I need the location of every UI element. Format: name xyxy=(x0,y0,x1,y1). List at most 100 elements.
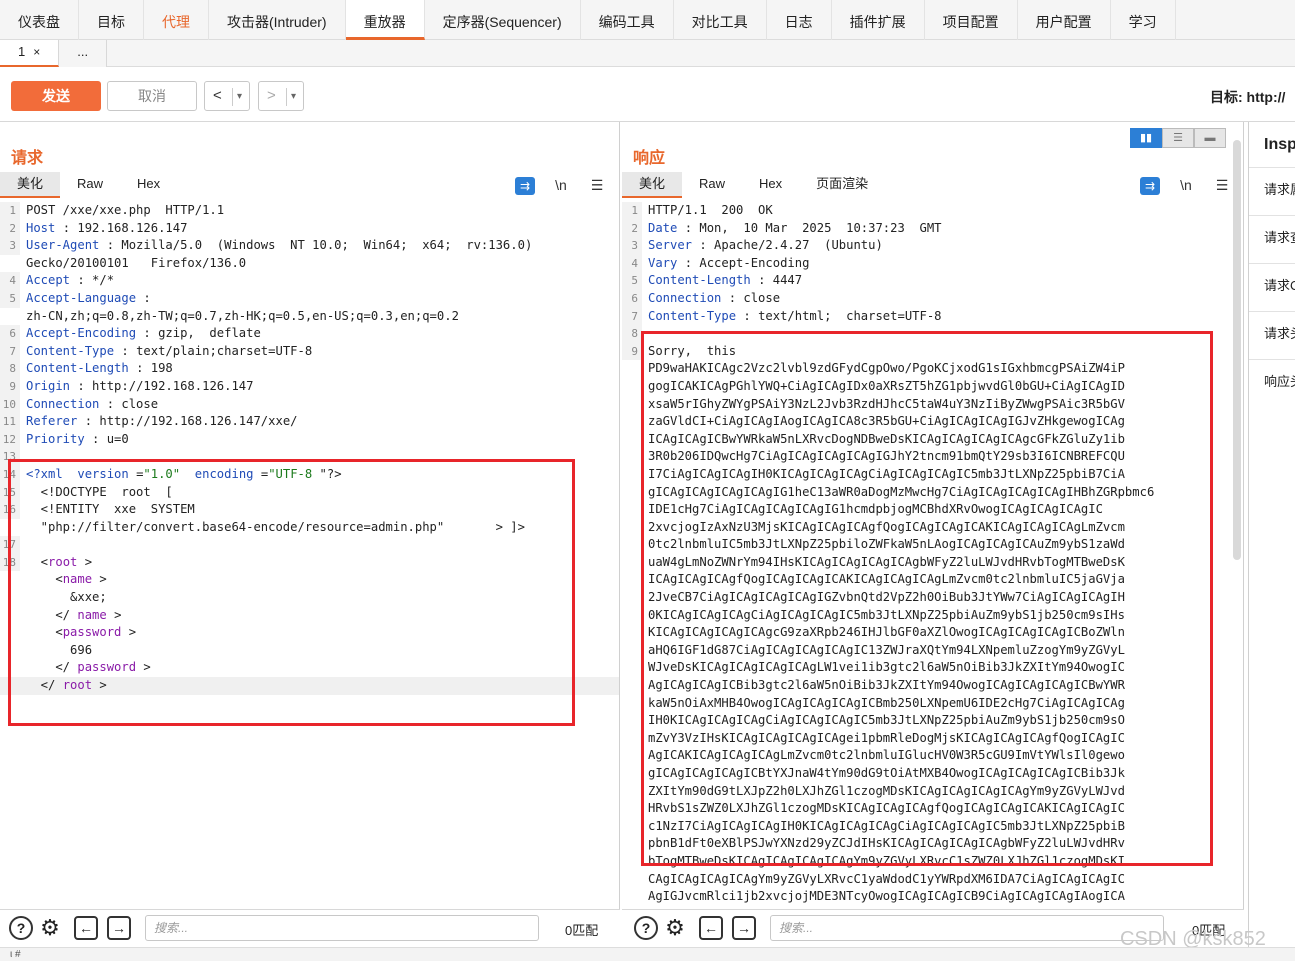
header-key: Server xyxy=(648,238,693,253)
response-editor[interactable]: 1 HTTP/1.1 200 OK 2 Date : Mon, 10 Mar 2025… xyxy=(622,202,1243,906)
wrap-icon[interactable]: ⇉ xyxy=(1132,174,1168,196)
menu-tab[interactable]: 编码工具 xyxy=(581,0,674,40)
menu-tab[interactable]: 代理 xyxy=(144,0,209,40)
help-icon[interactable]: ? xyxy=(634,916,658,940)
menu-tab[interactable]: 用户配置 xyxy=(1018,0,1111,40)
gear-icon[interactable]: ⚙ xyxy=(663,916,687,940)
menu-tab[interactable]: 重放器 xyxy=(345,0,425,40)
header-text: Content-Type : text/html; charset=UTF-8 xyxy=(648,308,942,326)
menu-tab[interactable]: 仪表盘 xyxy=(0,0,79,40)
menu-tab[interactable]: 对比工具 xyxy=(674,0,767,40)
arrow-right-icon[interactable]: → xyxy=(732,916,756,940)
code-line: 1 POST /xxe/xxe.php HTTP/1.1 xyxy=(0,202,619,220)
request-panel: 请求 美化 Raw Hex ⇉ \n ☰ 1 POST /xxe/xxe.php HT… xyxy=(0,122,620,909)
code-line: uaW4gLmNoZWNrYm94IHsKICAgICAgICAgICAgbWF… xyxy=(622,554,1243,572)
history-back-button[interactable]: < ▾ xyxy=(204,81,250,111)
code-line: 8 xyxy=(622,325,1243,343)
code-line: "php://filter/convert.base64-encode/reso… xyxy=(0,519,619,537)
newline-icon[interactable]: \n xyxy=(1168,174,1204,196)
line-number: 8 xyxy=(0,360,20,378)
header-key: Origin xyxy=(26,378,71,393)
menu-tab[interactable]: 日志 xyxy=(767,0,832,40)
view-tab[interactable]: 美化 xyxy=(622,172,683,198)
tab-more[interactable]: ... xyxy=(59,40,108,67)
search-input[interactable]: 搜索... xyxy=(145,915,539,941)
code-line: 8 Content-Length : 198 xyxy=(0,360,619,378)
menu-tab[interactable]: 项目配置 xyxy=(925,0,1018,40)
gear-icon[interactable]: ⚙ xyxy=(38,916,62,940)
code-line: zaGVldCI+CiAgICAgIAogICAgICA8c3R5bGU+CiA… xyxy=(622,413,1243,431)
code-line: KICAgICAgICAgICAgcG9zaXRpb246IHJlbGF0aXZ… xyxy=(622,624,1243,642)
line-number: 4 xyxy=(0,272,20,290)
header-text: Referer : http://192.168.126.147/xxe/ xyxy=(26,413,298,431)
menu-tab[interactable]: 定序器(Sequencer) xyxy=(425,0,581,40)
menu-tab[interactable]: 学习 xyxy=(1111,0,1176,40)
view-tab[interactable]: 页面渲染 xyxy=(799,172,885,198)
menu-icon[interactable]: ☰ xyxy=(579,174,615,196)
menu-tab[interactable]: 插件扩展 xyxy=(832,0,925,40)
inspector-item[interactable]: 请求属 xyxy=(1249,167,1295,215)
match-count: 0匹配 xyxy=(565,923,599,938)
wrap-icon[interactable]: ⇉ xyxy=(507,174,543,196)
send-button[interactable]: 发送 xyxy=(11,81,101,111)
search-input[interactable]: 搜索... xyxy=(770,915,1164,941)
header-key: Vary xyxy=(648,255,678,270)
dropdown-icon[interactable]: ▾ xyxy=(286,88,296,106)
header-key: Date xyxy=(648,220,678,235)
layout-option-icon[interactable]: ▬ xyxy=(1194,128,1226,148)
layout-option-icon[interactable]: ▮▮ xyxy=(1130,128,1162,148)
header-text: Server : Apache/2.4.27 (Ubuntu) xyxy=(648,237,883,255)
code-line: 3 User-Agent : Mozilla/5.0 (Windows NT 10… xyxy=(0,237,619,255)
header-key: Content-Type xyxy=(648,308,737,323)
view-tab[interactable]: 美化 xyxy=(0,172,61,198)
header-key: Content-Length xyxy=(648,273,751,288)
newline-icon[interactable]: \n xyxy=(543,174,579,196)
response-scrollbar[interactable] xyxy=(1233,140,1241,560)
history-forward-button[interactable]: > ▾ xyxy=(258,81,304,111)
view-tab[interactable]: Raw xyxy=(682,172,742,198)
cancel-button[interactable]: 取消 xyxy=(107,81,197,111)
view-tab[interactable]: Hex xyxy=(120,172,177,198)
inspector-item[interactable]: 响应头 xyxy=(1249,359,1295,407)
header-key: Connection xyxy=(648,290,722,305)
header-value: : text/html; charset=UTF-8 xyxy=(736,308,942,323)
repeater-tabs: 1 × ... xyxy=(0,40,1295,67)
xml-text: <!ENTITY xxe SYSTEM xyxy=(26,502,195,517)
code-line: CAgICAgICAgICAgYm9yZGVyLXRvcC1yaWdodC1yY… xyxy=(622,871,1243,889)
header-value: : text/plain;charset=UTF-8 xyxy=(114,343,313,358)
menu-tab[interactable]: 攻击器(Intruder) xyxy=(209,0,346,40)
help-icon[interactable]: ? xyxy=(9,916,33,940)
menu-tab[interactable]: 目标 xyxy=(79,0,144,40)
line-number: 1 xyxy=(0,202,20,220)
arrow-left-icon[interactable]: ← xyxy=(699,916,723,940)
dropdown-icon[interactable]: ▾ xyxy=(232,88,242,106)
body-text: CAgICAgICAgICAgYm9yZGVyLXRvcC1yaWdodC1yY… xyxy=(648,871,1125,886)
arrow-left-icon[interactable]: ← xyxy=(74,916,98,940)
view-tab[interactable]: Hex xyxy=(742,172,799,198)
body-text: c1NzI7CiAgICAgICAgIH0KICAgICAgICAgCiAgIC… xyxy=(648,818,1125,833)
body-text: 2JveCB7CiAgICAgICAgICAgIGZvbnQtd2VpZ2h0O… xyxy=(648,590,1125,605)
xml-text: <root > xyxy=(26,554,93,569)
arrow-right-icon[interactable]: → xyxy=(107,916,131,940)
header-value: HTTP/1.1 200 OK xyxy=(648,203,773,217)
code-line: 2xvcjogIzAxNzU3MjsKICAgICAgICAgfQogICAgI… xyxy=(622,519,1243,537)
view-tab[interactable]: Raw xyxy=(60,172,120,198)
inspector-item[interactable]: 请求C xyxy=(1249,263,1295,311)
xml-text: "php://filter/convert.base64-encode/reso… xyxy=(26,519,525,534)
code-line: I7CiAgICAgICAgIH0KICAgICAgICAgCiAgICAgIC… xyxy=(622,466,1243,484)
header-text: User-Agent : Mozilla/5.0 (Windows NT 10.… xyxy=(26,237,532,255)
inspector-item[interactable]: 请求头 xyxy=(1249,311,1295,359)
layout-option-icon[interactable]: ☰ xyxy=(1162,128,1194,148)
tab-1[interactable]: 1 × xyxy=(0,40,60,67)
request-editor[interactable]: 1 POST /xxe/xxe.php HTTP/1.1 2 Host : 192.1… xyxy=(0,202,619,695)
line-number: 1 xyxy=(622,202,642,220)
header-text: Accept : */* xyxy=(26,272,114,290)
header-value: : Accept-Encoding xyxy=(677,255,810,270)
target-label[interactable]: 目标: http:// xyxy=(1210,87,1285,107)
inspector-item[interactable]: 请求查 xyxy=(1249,215,1295,263)
xml-text: <!DOCTYPE root [ xyxy=(26,484,173,499)
request-title: 请求 xyxy=(11,150,44,167)
close-icon[interactable]: × xyxy=(33,45,40,59)
line-number: 10 xyxy=(0,395,20,414)
request-search-bar: ? ⚙ ← → 搜索... 0匹配 xyxy=(0,909,620,947)
